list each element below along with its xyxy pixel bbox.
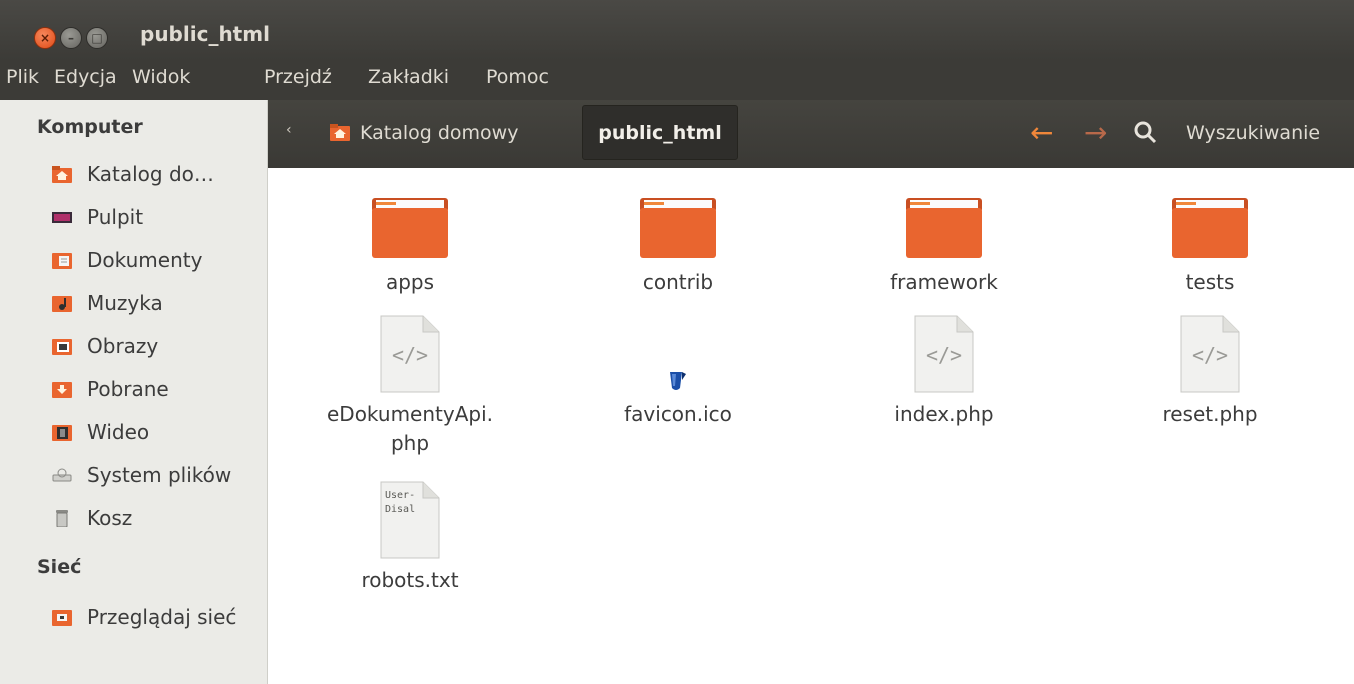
music-folder-icon bbox=[52, 296, 72, 312]
code-file-icon: </> bbox=[914, 315, 974, 393]
file-name: robots.txt bbox=[361, 568, 459, 592]
pictures-folder-icon bbox=[52, 339, 72, 355]
home-folder-icon bbox=[52, 166, 72, 183]
videos-folder-icon bbox=[52, 425, 72, 441]
sidebar-heading-network: Sieć bbox=[37, 556, 82, 578]
file-name: eDokumentyApi. php bbox=[326, 402, 493, 455]
home-folder-icon bbox=[330, 124, 350, 141]
sidebar-item-label: Obrazy bbox=[87, 334, 159, 358]
folder-icon bbox=[1172, 198, 1248, 258]
sidebar-heading-computer: Komputer bbox=[37, 116, 143, 138]
sidebar-item-label: Katalog do… bbox=[87, 162, 214, 186]
sidebar-item-label: Wideo bbox=[87, 420, 150, 444]
favicon-image-icon bbox=[670, 372, 686, 390]
window-title: public_html bbox=[140, 22, 270, 46]
sidebar-item-label: Muzyka bbox=[87, 291, 163, 315]
close-icon: × bbox=[39, 31, 51, 45]
menu-view[interactable]: Widok bbox=[132, 66, 190, 88]
location-toolbar: ‹ Katalog domowy public_html ← → Wyszuki… bbox=[268, 100, 1354, 168]
search-button[interactable]: Wyszukiwanie bbox=[1186, 122, 1320, 144]
sidebar-item-label: Dokumenty bbox=[87, 248, 203, 272]
svg-text:</>: </> bbox=[392, 343, 428, 367]
sidebar-item-label: Pulpit bbox=[87, 205, 144, 229]
minimize-window-button[interactable]: – bbox=[60, 27, 82, 49]
folder-icon bbox=[906, 198, 982, 258]
text-file-icon: User- Disal bbox=[380, 481, 440, 559]
menu-help[interactable]: Pomoc bbox=[486, 66, 549, 88]
sidebar-item-label: Pobrane bbox=[87, 377, 169, 401]
file-name: index.php bbox=[894, 402, 994, 426]
breadcrumb-current[interactable]: public_html bbox=[582, 105, 738, 160]
search-icon[interactable] bbox=[1132, 119, 1158, 145]
sidebar-item-label: Kosz bbox=[87, 506, 133, 530]
text-preview-line: Disal bbox=[385, 504, 415, 515]
folder-icon bbox=[640, 198, 716, 258]
file-name: framework bbox=[890, 270, 998, 294]
file-name: reset.php bbox=[1162, 402, 1258, 426]
menu-edit[interactable]: Edycja bbox=[54, 66, 117, 88]
code-file-icon: </> bbox=[1180, 315, 1240, 393]
breadcrumb-home[interactable]: Katalog domowy bbox=[330, 122, 518, 144]
folder-icon bbox=[372, 198, 448, 258]
breadcrumb-scroll-left-button[interactable]: ‹ bbox=[286, 122, 292, 138]
minimize-icon: – bbox=[68, 31, 74, 45]
drive-icon bbox=[52, 468, 72, 482]
svg-text:</>: </> bbox=[1192, 343, 1228, 367]
menu-bookmarks[interactable]: Zakładki bbox=[368, 66, 449, 88]
sidebar-item-label: Przeglądaj sieć bbox=[87, 605, 237, 629]
menu-file[interactable]: Plik bbox=[6, 66, 39, 88]
desktop-icon bbox=[52, 212, 72, 223]
close-window-button[interactable]: × bbox=[34, 27, 56, 49]
downloads-folder-icon bbox=[52, 382, 72, 398]
file-name: contrib bbox=[642, 270, 714, 294]
text-preview-line: User- bbox=[385, 490, 415, 501]
file-name: favicon.ico bbox=[624, 402, 732, 426]
code-file-icon: </> bbox=[380, 315, 440, 393]
documents-folder-icon bbox=[52, 253, 72, 269]
title-bar: × – □ public_html bbox=[0, 0, 1354, 60]
forward-button[interactable]: → bbox=[1084, 116, 1107, 149]
file-name: tests bbox=[1185, 270, 1235, 294]
maximize-window-button[interactable]: □ bbox=[86, 27, 108, 49]
svg-text:</>: </> bbox=[926, 343, 962, 367]
back-button[interactable]: ← bbox=[1030, 116, 1053, 149]
places-sidebar: Komputer Katalog do… Pulpit Dokumenty Mu… bbox=[0, 100, 268, 684]
file-name: apps bbox=[385, 270, 435, 294]
sidebar-item-label: System plików bbox=[87, 463, 232, 487]
breadcrumb-home-label: Katalog domowy bbox=[360, 122, 519, 144]
file-manager-window: × – □ public_html Plik Edycja Widok Prze… bbox=[0, 0, 1354, 684]
trash-icon bbox=[56, 510, 68, 527]
maximize-icon: □ bbox=[91, 31, 103, 45]
file-view: apps contrib framework tests </> eDokume… bbox=[268, 168, 1354, 684]
menu-go[interactable]: Przejdź bbox=[264, 66, 332, 88]
network-folder-icon bbox=[52, 610, 72, 626]
menu-bar: Plik Edycja Widok Przejdź Zakładki Pomoc bbox=[0, 60, 1354, 100]
